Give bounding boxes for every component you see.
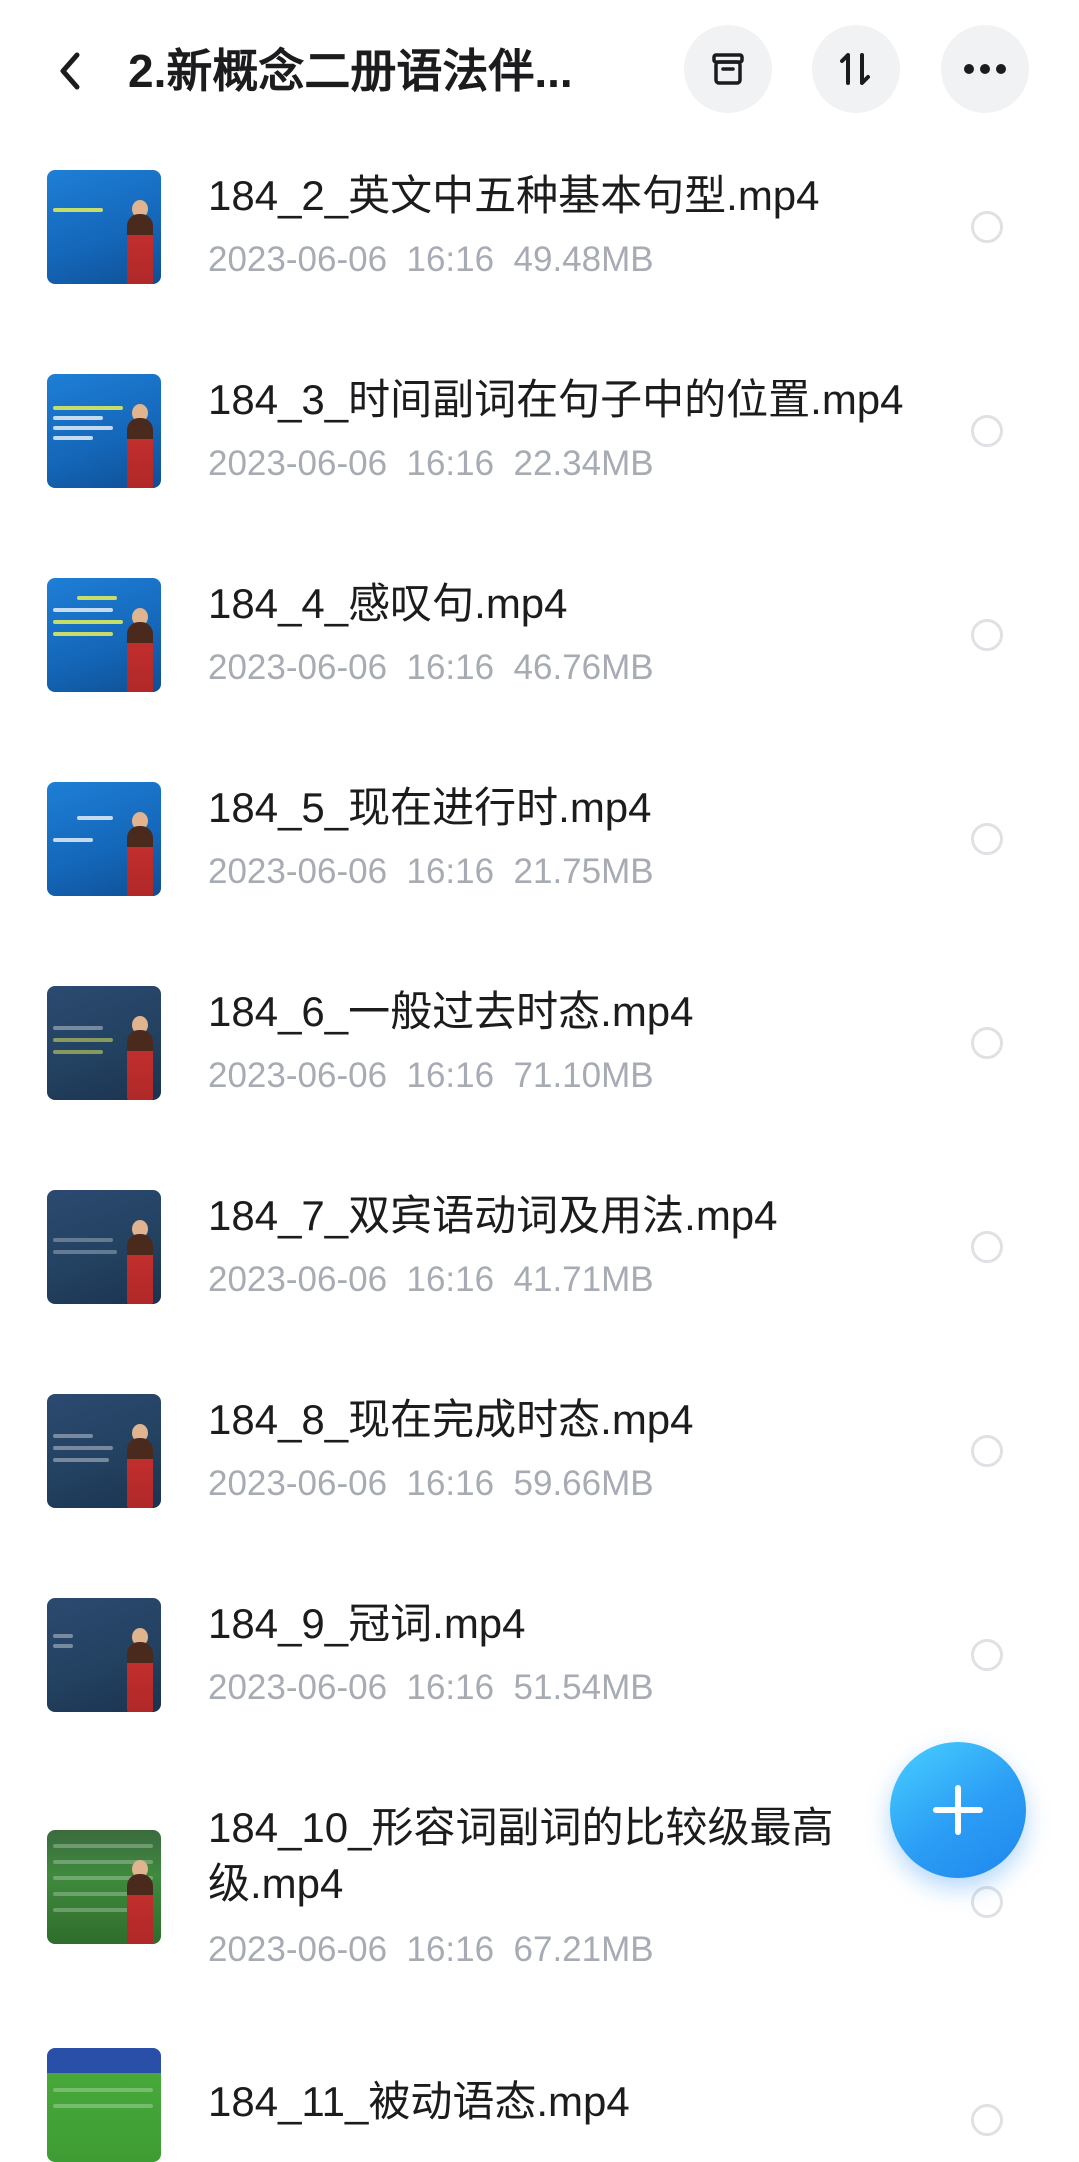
file-name: 184_9_冠词.mp4 bbox=[208, 1600, 526, 1647]
select-radio[interactable] bbox=[971, 1886, 1003, 1918]
select-radio[interactable] bbox=[971, 1027, 1003, 1059]
chevron-left-icon bbox=[60, 52, 80, 90]
sort-button[interactable] bbox=[812, 25, 900, 113]
video-thumbnail bbox=[47, 1598, 161, 1712]
plus-icon bbox=[933, 1785, 983, 1835]
file-row[interactable]: 184_5_现在进行时.mp4 2023-06-06 16:16 21.75MB bbox=[0, 752, 1079, 956]
video-thumbnail bbox=[47, 782, 161, 896]
select-radio[interactable] bbox=[971, 1639, 1003, 1671]
file-name: 184_10_形容词副词的比较级最高级.mp4 bbox=[208, 1804, 834, 1907]
video-thumbnail bbox=[47, 170, 161, 284]
file-name: 184_4_感叹句.mp4 bbox=[208, 580, 568, 627]
file-meta: 2023-06-06 16:16 41.71MB bbox=[208, 1260, 654, 1299]
file-name: 184_5_现在进行时.mp4 bbox=[208, 784, 652, 831]
file-row[interactable]: 184_11_被动语态.mp4 bbox=[0, 2034, 1079, 2162]
folder-title: 2.新概念二册语法伴... bbox=[128, 45, 573, 97]
select-radio[interactable] bbox=[971, 823, 1003, 855]
file-meta: 2023-06-06 16:16 49.48MB bbox=[208, 240, 654, 279]
video-thumbnail bbox=[47, 986, 161, 1100]
file-name: 184_2_英文中五种基本句型.mp4 bbox=[208, 172, 820, 219]
select-radio[interactable] bbox=[971, 211, 1003, 243]
file-row[interactable]: 184_3_时间副词在句子中的位置.mp4 2023-06-06 16:16 2… bbox=[0, 344, 1079, 548]
select-radio[interactable] bbox=[971, 415, 1003, 447]
file-name: 184_7_双宾语动词及用法.mp4 bbox=[208, 1192, 778, 1239]
file-row[interactable]: 184_8_现在完成时态.mp4 2023-06-06 16:16 59.66M… bbox=[0, 1364, 1079, 1568]
file-meta: 2023-06-06 16:16 21.75MB bbox=[208, 852, 654, 891]
file-name: 184_11_被动语态.mp4 bbox=[208, 2078, 630, 2125]
file-meta: 2023-06-06 16:16 46.76MB bbox=[208, 648, 654, 687]
video-thumbnail bbox=[47, 1830, 161, 1944]
video-thumbnail bbox=[47, 374, 161, 488]
select-radio[interactable] bbox=[971, 2104, 1003, 2136]
file-meta: 2023-06-06 16:16 59.66MB bbox=[208, 1464, 654, 1503]
archive-button[interactable] bbox=[684, 25, 772, 113]
back-button[interactable] bbox=[40, 36, 100, 106]
file-row[interactable]: 184_7_双宾语动词及用法.mp4 2023-06-06 16:16 41.7… bbox=[0, 1160, 1079, 1364]
sort-arrows-icon bbox=[840, 53, 870, 85]
file-row[interactable]: 184_6_一般过去时态.mp4 2023-06-06 16:16 71.10M… bbox=[0, 956, 1079, 1160]
select-radio[interactable] bbox=[971, 1231, 1003, 1263]
file-name: 184_3_时间副词在句子中的位置.mp4 bbox=[208, 376, 904, 423]
add-button[interactable] bbox=[890, 1742, 1026, 1878]
file-meta: 2023-06-06 16:16 67.21MB bbox=[208, 1930, 654, 1969]
video-thumbnail bbox=[47, 1394, 161, 1508]
archive-box-icon bbox=[712, 53, 744, 85]
more-dots-icon bbox=[964, 64, 1006, 74]
file-name: 184_8_现在完成时态.mp4 bbox=[208, 1396, 694, 1443]
file-row[interactable]: 184_9_冠词.mp4 2023-06-06 16:16 51.54MB bbox=[0, 1568, 1079, 1772]
top-bar: 2.新概念二册语法伴... bbox=[0, 0, 1079, 140]
file-row[interactable]: 184_2_英文中五种基本句型.mp4 2023-06-06 16:16 49.… bbox=[0, 140, 1079, 344]
select-radio[interactable] bbox=[971, 619, 1003, 651]
select-radio[interactable] bbox=[971, 1435, 1003, 1467]
file-meta: 2023-06-06 16:16 71.10MB bbox=[208, 1056, 654, 1095]
more-button[interactable] bbox=[941, 25, 1029, 113]
video-thumbnail bbox=[47, 2048, 161, 2162]
video-thumbnail bbox=[47, 578, 161, 692]
video-thumbnail bbox=[47, 1190, 161, 1304]
file-meta: 2023-06-06 16:16 22.34MB bbox=[208, 444, 654, 483]
file-name: 184_6_一般过去时态.mp4 bbox=[208, 988, 694, 1035]
file-row[interactable]: 184_4_感叹句.mp4 2023-06-06 16:16 46.76MB bbox=[0, 548, 1079, 752]
file-meta: 2023-06-06 16:16 51.54MB bbox=[208, 1668, 654, 1707]
